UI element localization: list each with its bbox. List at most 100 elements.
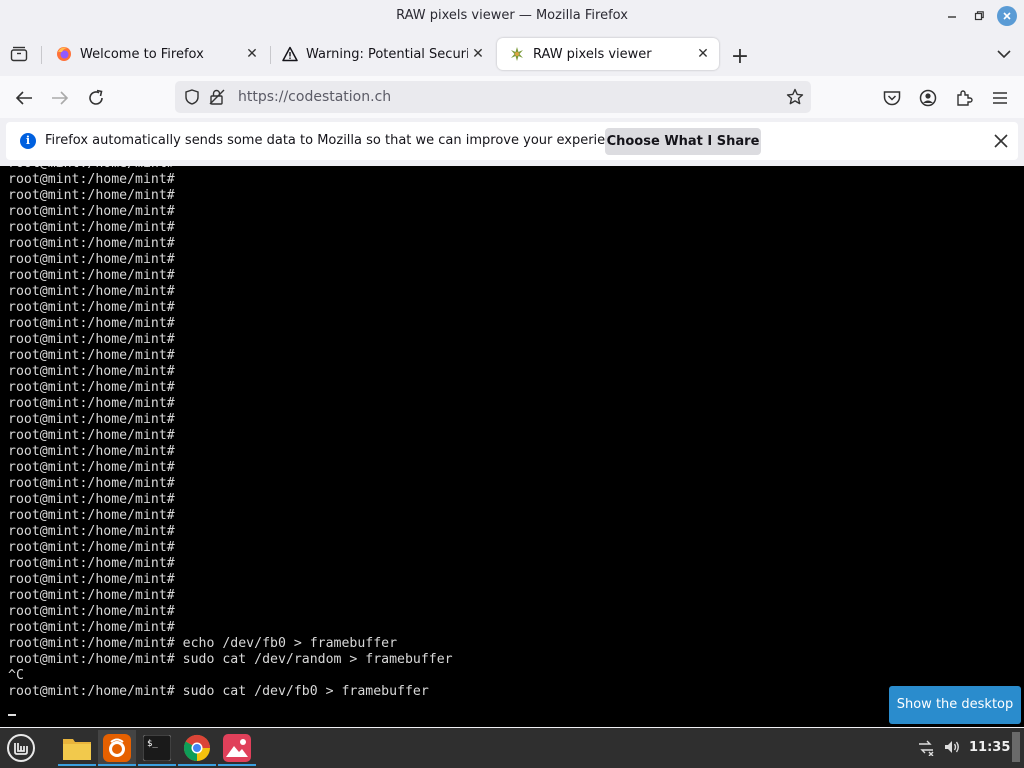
firefox-app-button[interactable] <box>98 730 136 766</box>
terminal-line: root@mint:/home/mint# <box>8 332 175 347</box>
mint-menu-button[interactable] <box>2 730 40 766</box>
window-title: RAW pixels viewer — Mozilla Firefox <box>396 8 628 23</box>
minimize-icon <box>948 16 956 18</box>
terminal-line: root@mint:/home/mint# <box>8 316 175 331</box>
terminal-line: root@mint:/home/mint# <box>8 172 175 187</box>
pocket-icon <box>883 91 901 106</box>
terminal-line: root@mint:/home/mint# <box>8 428 175 443</box>
account-icon <box>919 89 937 107</box>
mint-menu-icon <box>7 734 35 762</box>
tab-label: Welcome to Firefox <box>80 46 204 62</box>
terminal-line: root@mint:/home/mint# <box>8 476 175 491</box>
firefox-view-icon <box>10 46 28 62</box>
back-button[interactable] <box>12 86 36 110</box>
url-bar[interactable]: https://codestation.ch <box>175 81 811 113</box>
info-icon: i <box>20 133 36 149</box>
pocket-button[interactable] <box>880 86 904 110</box>
terminal-app-button[interactable]: $_ <box>138 730 176 766</box>
account-button[interactable] <box>916 86 940 110</box>
list-all-tabs-button[interactable] <box>994 44 1014 64</box>
terminal-line: root@mint:/home/mint# <box>8 588 175 603</box>
close-tab-icon[interactable]: ✕ <box>693 44 713 64</box>
terminal-cursor <box>8 714 16 716</box>
close-window-button[interactable] <box>997 6 1017 26</box>
taskbar: $_ 11:35 <box>0 728 1024 768</box>
insecure-lock-icon[interactable] <box>209 89 225 109</box>
terminal-line: root@mint:/home/mint# <box>8 204 175 219</box>
reload-button[interactable] <box>84 86 108 110</box>
image-viewer-app-button[interactable] <box>218 730 256 766</box>
terminal-framebuffer-view[interactable]: root@mint:/home/mint# root@mint:/home/min… <box>0 166 1024 727</box>
maximize-button[interactable] <box>969 6 989 26</box>
restore-icon <box>974 11 984 21</box>
close-notification-button[interactable] <box>990 130 1012 152</box>
image-viewer-icon <box>223 734 251 762</box>
chromium-app-button[interactable] <box>178 730 216 766</box>
bookmark-star-icon[interactable] <box>786 88 804 110</box>
tracking-protection-shield-icon[interactable] <box>185 89 199 109</box>
choose-what-i-share-button[interactable]: Choose What I Share <box>605 128 761 155</box>
terminal-line: root@mint:/home/mint# <box>8 540 175 555</box>
tab-label: Warning: Potential Security <box>306 46 468 62</box>
network-icon[interactable] <box>917 738 935 760</box>
tab-separator <box>41 46 42 64</box>
show-desktop-tooltip: Show the desktop <box>889 686 1021 724</box>
svg-text:$_: $_ <box>147 739 158 749</box>
terminal-line: root@mint:/home/mint# echo /dev/fb0 > fr… <box>8 636 398 651</box>
terminal-line: root@mint:/home/mint# <box>8 556 175 571</box>
volume-icon[interactable] <box>943 738 961 760</box>
terminal-line: root@mint:/home/mint# sudo cat /dev/fb0 … <box>8 684 429 699</box>
menu-button[interactable] <box>988 86 1012 110</box>
terminal-line: root@mint:/home/mint# <box>8 268 175 283</box>
window-titlebar: RAW pixels viewer — Mozilla Firefox <box>0 0 1024 32</box>
terminal-line: root@mint:/home/mint# <box>8 188 175 203</box>
navigation-toolbar: https://codestation.ch <box>0 76 1024 118</box>
tab-security-warning[interactable]: Warning: Potential Security ✕ <box>270 38 494 70</box>
clock[interactable]: 11:35 <box>969 740 1010 755</box>
forward-arrow-icon <box>52 91 69 105</box>
url-text[interactable]: https://codestation.ch <box>238 89 391 105</box>
files-icon <box>63 739 91 760</box>
terminal-line: root@mint:/home/mint# sudo cat /dev/rand… <box>8 652 453 667</box>
terminal-line: root@mint:/home/mint# <box>8 492 175 507</box>
tab-welcome[interactable]: Welcome to Firefox ✕ <box>44 38 268 70</box>
terminal-line: root@mint:/home/mint# <box>8 380 175 395</box>
close-tab-icon[interactable]: ✕ <box>242 44 262 64</box>
terminal-line: root@mint:/home/mint# <box>8 412 175 427</box>
terminal-line: root@mint:/home/mint# <box>8 620 175 635</box>
puzzle-piece-icon <box>957 90 973 106</box>
terminal-line: root@mint:/home/mint# <box>8 364 175 379</box>
terminal-output: root@mint:/home/mint# root@mint:/home/min… <box>8 166 453 700</box>
files-app-button[interactable] <box>58 730 96 766</box>
terminal-line: ^C <box>8 668 24 683</box>
tab-bar: Welcome to Firefox ✕ Warning: Potential … <box>0 34 1024 74</box>
close-icon <box>994 134 1008 148</box>
terminal-line: root@mint:/home/mint# <box>8 524 175 539</box>
chevron-down-icon <box>997 50 1011 59</box>
terminal-line: root@mint:/home/mint# <box>8 284 175 299</box>
close-icon <box>1003 12 1011 20</box>
hamburger-menu-icon <box>993 92 1007 104</box>
extensions-button[interactable] <box>952 86 976 110</box>
close-tab-icon[interactable]: ✕ <box>468 44 488 64</box>
firefox-view-button[interactable] <box>9 44 29 64</box>
notification-message: Firefox automatically sends some data to… <box>45 133 633 148</box>
new-tab-button[interactable]: + <box>728 44 752 69</box>
terminal-line: root@mint:/home/mint# <box>8 396 175 411</box>
firefox-icon <box>103 734 131 762</box>
reload-icon <box>89 89 103 105</box>
warning-icon <box>282 46 298 62</box>
forward-button[interactable] <box>48 86 72 110</box>
terminal-line: root@mint:/home/mint# <box>8 444 175 459</box>
tab-raw-pixels-viewer[interactable]: RAW pixels viewer ✕ <box>497 38 719 70</box>
back-arrow-icon <box>15 91 32 105</box>
terminal-icon: $_ <box>143 735 171 761</box>
tab-label: RAW pixels viewer <box>533 46 652 62</box>
terminal-line: root@mint:/home/mint# <box>8 348 175 363</box>
terminal-line: root@mint:/home/mint# <box>8 220 175 235</box>
terminal-line: root@mint:/home/mint# <box>8 508 175 523</box>
show-desktop-button[interactable] <box>1012 732 1020 762</box>
terminal-line: root@mint:/home/mint# <box>8 604 175 619</box>
minimize-button[interactable] <box>942 6 962 26</box>
terminal-line: root@mint:/home/mint# <box>8 236 175 251</box>
